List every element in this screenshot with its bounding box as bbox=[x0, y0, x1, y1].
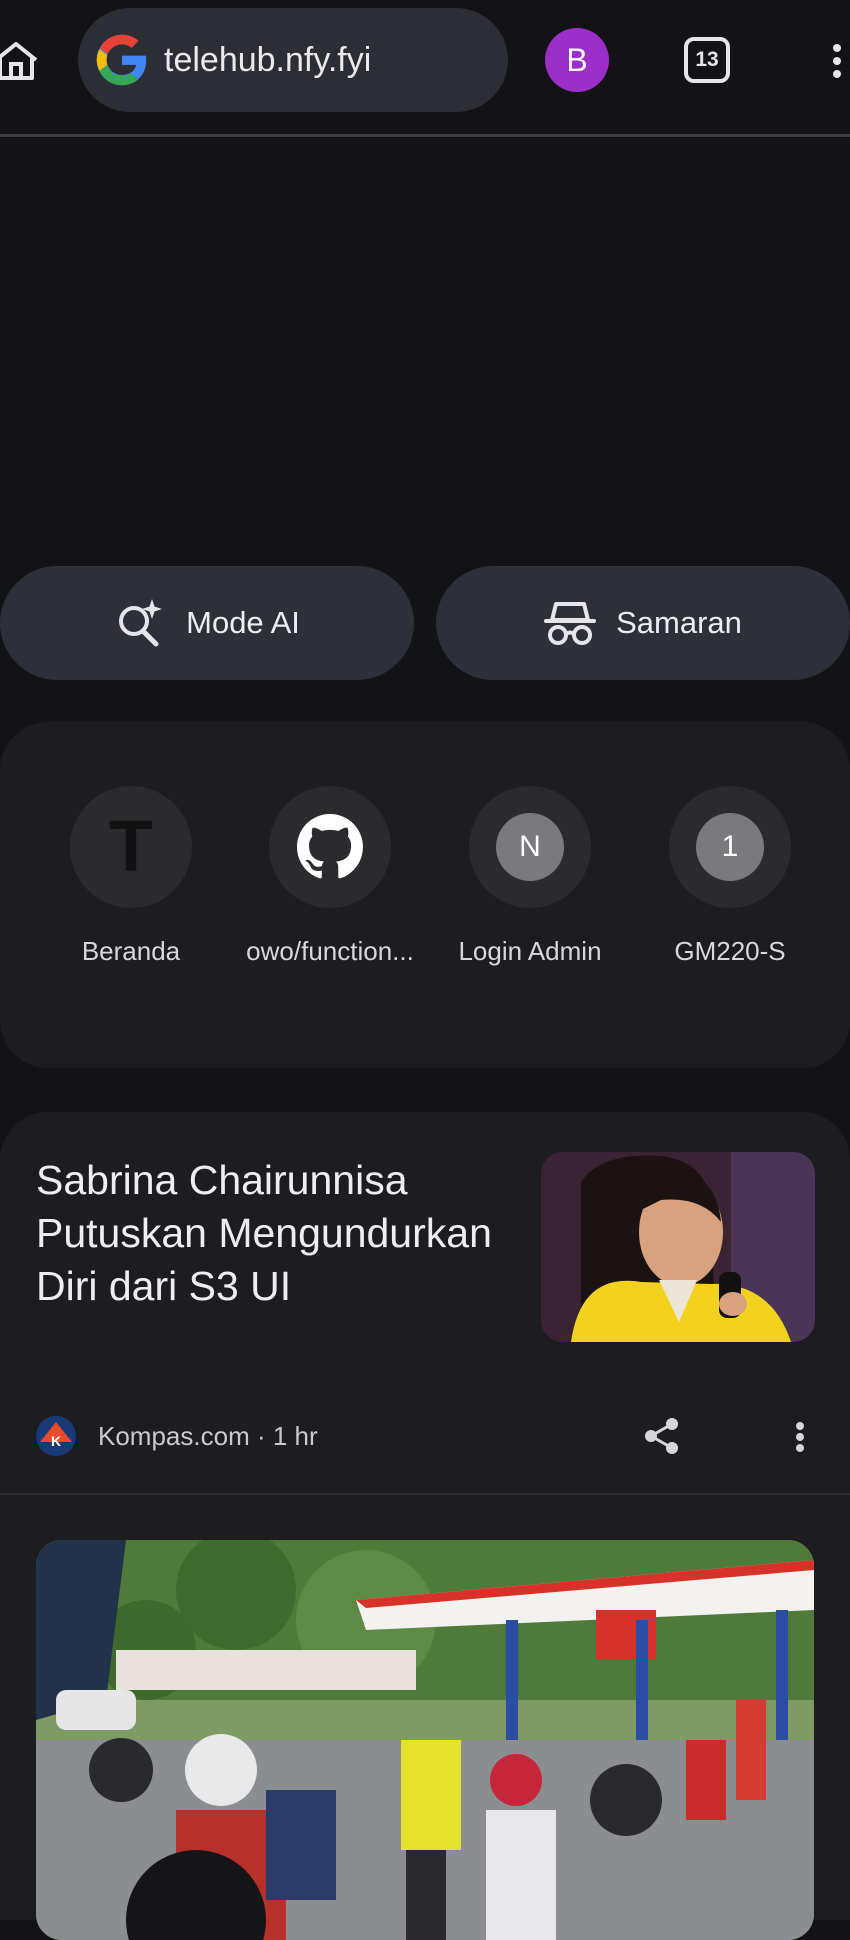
article-meta-row: K Kompas.com · 1 hr bbox=[36, 1412, 826, 1460]
shortcut-tile[interactable]: 1 GM220-S bbox=[630, 786, 830, 967]
article-thumbnail[interactable] bbox=[541, 1152, 815, 1342]
letter-t-icon: T bbox=[109, 807, 153, 887]
shortcut-tile[interactable]: T Beranda bbox=[31, 786, 231, 967]
more-vert-icon[interactable] bbox=[820, 30, 850, 92]
shortcut-label: owo/function... bbox=[246, 936, 414, 966]
shortcut-icon-circle bbox=[269, 786, 391, 908]
shortcut-icon-circle: N bbox=[469, 786, 591, 908]
discover-feed: Sabrina Chairunnisa Putuskan Mengundurka… bbox=[0, 1112, 850, 1940]
share-icon[interactable] bbox=[642, 1416, 682, 1456]
browser-toolbar: telehub.nfy.fyi B 13 bbox=[0, 0, 850, 136]
shortcut-icon-circle: 1 bbox=[669, 786, 791, 908]
article-source: Kompas.com · 1 hr bbox=[98, 1421, 318, 1451]
letter-badge-icon: N bbox=[496, 813, 564, 881]
gas-station-photo bbox=[36, 1540, 814, 1940]
svg-text:K: K bbox=[51, 1433, 61, 1449]
ai-mode-chip[interactable]: Mode AI bbox=[0, 566, 414, 680]
ai-mode-label: Mode AI bbox=[186, 605, 300, 640]
shortcut-label: GM220-S bbox=[674, 936, 786, 966]
more-vert-icon[interactable] bbox=[788, 1416, 812, 1456]
shortcut-label: Beranda bbox=[81, 936, 181, 966]
toolbar-divider bbox=[0, 134, 850, 137]
article-headline[interactable]: Sabrina Chairunnisa Putuskan Mengundurka… bbox=[36, 1154, 506, 1313]
kompas-logo-icon: K bbox=[36, 1416, 76, 1456]
shortcut-label: Login Admin bbox=[458, 936, 602, 966]
google-logo-icon bbox=[96, 34, 147, 86]
home-icon bbox=[0, 42, 38, 80]
incognito-icon bbox=[544, 602, 597, 645]
shortcut-tile[interactable]: owo/function... bbox=[230, 786, 430, 967]
address-bar[interactable]: telehub.nfy.fyi bbox=[78, 8, 508, 112]
tab-switcher-button[interactable]: 13 bbox=[684, 37, 730, 83]
shortcut-icon-circle: T bbox=[70, 786, 192, 908]
shortcuts-panel: T Beranda owo/function... N Login Admin … bbox=[0, 722, 850, 1068]
url-text: telehub.nfy.fyi bbox=[164, 41, 372, 79]
ai-search-icon bbox=[119, 599, 163, 647]
profile-avatar[interactable]: B bbox=[545, 28, 609, 92]
incognito-chip[interactable]: Samaran bbox=[436, 566, 850, 680]
article-thumbnail-image bbox=[541, 1152, 815, 1342]
github-icon bbox=[297, 814, 363, 879]
incognito-label: Samaran bbox=[616, 605, 742, 640]
home-button[interactable] bbox=[0, 30, 44, 92]
article-image[interactable] bbox=[36, 1540, 814, 1940]
number-badge-icon: 1 bbox=[696, 813, 764, 881]
feed-divider bbox=[0, 1493, 850, 1495]
shortcut-tile[interactable]: N Login Admin bbox=[430, 786, 630, 967]
